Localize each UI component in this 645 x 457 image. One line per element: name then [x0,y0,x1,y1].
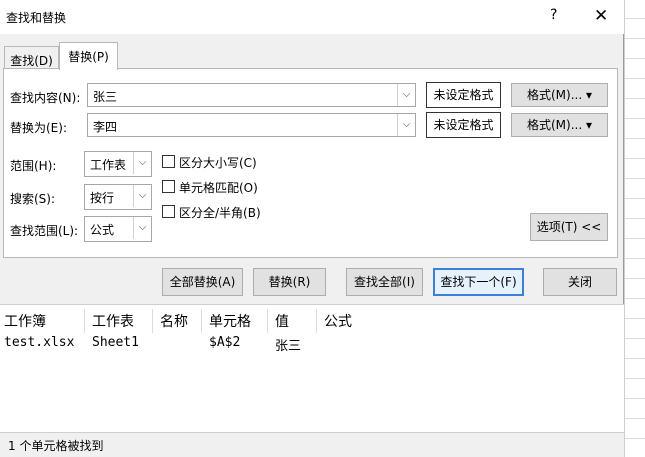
match-width-checkbox[interactable] [162,205,175,218]
chevron-down-icon[interactable]: ⌵ [397,114,415,136]
find-next-button[interactable]: 查找下一个(F) [433,268,524,296]
find-replace-dialog: 查找和替换 ? ✕ 查找(D) 替换(P) 查找内容(N): 张三 ⌵ 未设定格… [0,0,624,457]
match-width-label[interactable]: 区分全/半角(B) [179,204,261,221]
replace-with-combo[interactable]: 李四 ⌵ [87,113,416,137]
match-case-checkbox[interactable] [162,155,175,168]
replace-all-button[interactable]: 全部替换(A) [162,268,243,296]
window-title: 查找和替换 [6,11,67,25]
match-case-label[interactable]: 区分大小写(C) [179,154,257,171]
dropdown-arrow-icon: ▾ [585,118,593,132]
replace-with-input[interactable]: 李四 [93,118,117,135]
find-what-input[interactable]: 张三 [93,88,117,105]
tab-replace-label: 替换(P) [68,50,109,64]
replace-button[interactable]: 替换(R) [253,268,326,296]
find-format-button[interactable]: 格式(M)... ▾ [511,83,608,107]
search-select[interactable]: 按行 ⌵ [84,184,152,210]
replace-format-button[interactable]: 格式(M)... ▾ [511,113,608,137]
find-format-preview: 未设定格式 [426,82,501,108]
look-in-value: 公式 [90,223,115,237]
column-header-value[interactable]: 值 [275,311,289,331]
tab-find[interactable]: 查找(D) [4,46,59,68]
replace-format-label: 格式(M)... [526,118,583,132]
replace-with-label: 替换为(E): [10,121,67,135]
find-all-button[interactable]: 查找全部(I) [346,268,423,296]
dropdown-arrow-icon: ▾ [585,88,593,102]
options-toggle-button[interactable]: 选项(T) << [530,213,608,241]
column-header-name[interactable]: 名称 [160,311,188,331]
chevron-down-icon[interactable]: ⌵ [133,185,151,207]
scope-value: 工作表 [90,158,127,172]
look-in-label: 查找范围(L): [10,224,79,238]
spreadsheet-background [624,0,645,457]
chevron-down-icon[interactable]: ⌵ [133,217,151,239]
look-in-select[interactable]: 公式 ⌵ [84,216,152,242]
column-header-formula[interactable]: 公式 [324,311,352,331]
close-button[interactable]: 关闭 [543,268,617,296]
close-icon[interactable]: ✕ [594,6,608,26]
help-button[interactable]: ? [550,7,557,23]
replace-format-preview: 未设定格式 [426,112,501,138]
column-header-workbook[interactable]: 工作簿 [4,311,46,331]
status-bar: 1 个单元格被找到 [0,432,624,457]
find-what-label: 查找内容(N): [10,91,81,105]
status-text: 1 个单元格被找到 [8,439,104,453]
find-what-combo[interactable]: 张三 ⌵ [87,83,416,107]
result-value[interactable]: 张三 [275,335,301,354]
title-bar: 查找和替换 ? ✕ [0,0,624,34]
match-cell-label[interactable]: 单元格匹配(O) [179,179,258,196]
scope-select[interactable]: 工作表 ⌵ [84,151,152,177]
results-list[interactable]: 工作簿 工作表 名称 单元格 值 公式 test.xlsx Sheet1 $A$… [0,304,624,432]
result-cell[interactable]: $A$2 [209,335,240,350]
tab-replace[interactable]: 替换(P) [59,42,118,70]
scope-label: 范围(H): [10,159,57,173]
column-header-cell[interactable]: 单元格 [209,311,251,331]
search-label: 搜索(S): [10,192,56,206]
chevron-down-icon[interactable]: ⌵ [397,84,415,106]
find-format-label: 格式(M)... [526,88,583,102]
match-cell-checkbox[interactable] [162,180,175,193]
result-sheet[interactable]: Sheet1 [92,335,139,350]
chevron-down-icon[interactable]: ⌵ [133,152,151,174]
search-value: 按行 [90,191,115,205]
result-workbook[interactable]: test.xlsx [4,335,74,350]
tab-find-label: 查找(D) [10,54,53,68]
column-header-sheet[interactable]: 工作表 [92,311,134,331]
